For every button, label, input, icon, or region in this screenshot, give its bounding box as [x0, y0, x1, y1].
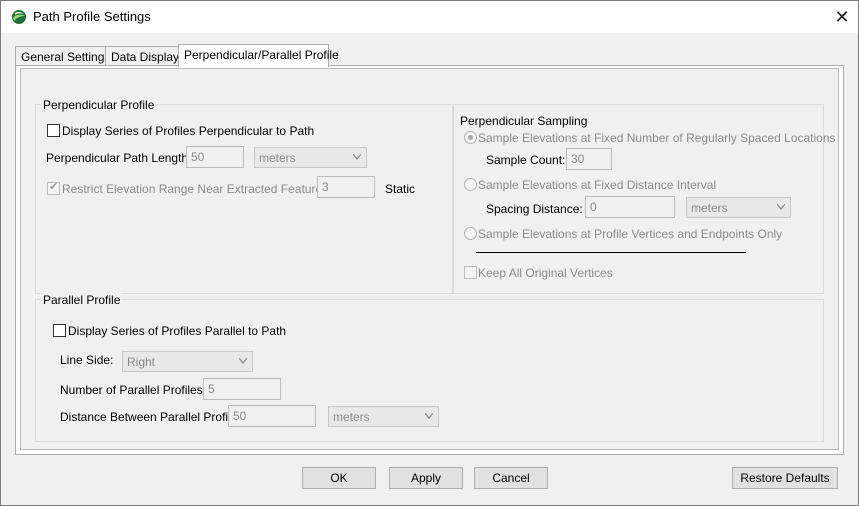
distance-units-select[interactable]: meters: [328, 406, 439, 427]
globe-app-icon: [12, 10, 26, 24]
line-side-select[interactable]: Right: [122, 351, 253, 372]
spacing-distance-input[interactable]: 0: [585, 196, 675, 218]
path-length-label: Perpendicular Path Length:: [46, 151, 192, 165]
profile-vertices-label: Sample Elevations at Profile Vertices an…: [478, 227, 783, 241]
display-parallel-checkbox[interactable]: [53, 324, 66, 337]
path-length-input[interactable]: 50: [186, 146, 244, 168]
ok-button[interactable]: OK: [302, 467, 376, 489]
radio-dot: [468, 135, 473, 140]
spacing-distance-label: Spacing Distance:: [486, 202, 583, 216]
line-side-value: Right: [127, 355, 156, 369]
apply-button[interactable]: Apply: [389, 467, 463, 489]
distance-units-value: meters: [333, 410, 370, 424]
sample-count-input[interactable]: 30: [566, 148, 612, 170]
profile-vertices-radio[interactable]: [464, 227, 477, 240]
line-side-label: Line Side:: [60, 353, 114, 367]
keep-vertices-checkbox[interactable]: [464, 266, 477, 279]
restrict-mode-label: Static: [385, 182, 416, 196]
checkmark-icon: ✔: [49, 181, 59, 193]
dialog-window: Path Profile Settings ✕ General Settings…: [0, 0, 859, 506]
spacing-units-value: meters: [691, 201, 728, 215]
perpendicular-sampling-title: Perpendicular Sampling: [459, 114, 589, 128]
settings-panel: Perpendicular Profile Display Series of …: [20, 68, 839, 450]
close-icon[interactable]: ✕: [827, 5, 857, 29]
path-length-units-value: meters: [259, 151, 296, 165]
fixed-number-label: Sample Elevations at Fixed Number of Reg…: [478, 131, 836, 145]
cancel-button[interactable]: Cancel: [474, 467, 548, 489]
restrict-elevation-input[interactable]: 3: [317, 176, 375, 198]
chevron-down-icon: [239, 358, 247, 364]
distance-between-label: Distance Between Parallel Profiles:: [60, 410, 247, 424]
fixed-distance-label: Sample Elevations at Fixed Distance Inte…: [478, 178, 717, 192]
fixed-number-radio[interactable]: [464, 131, 477, 144]
fixed-distance-radio[interactable]: [464, 178, 477, 191]
tab-perpendicular-parallel-profile[interactable]: Perpendicular/Parallel Profile: [178, 44, 339, 67]
restrict-elevation-label: Restrict Elevation Range Near Extracted …: [62, 182, 329, 196]
path-length-units-select[interactable]: meters: [254, 147, 367, 168]
window-title: Path Profile Settings: [33, 9, 151, 24]
display-perpendicular-checkbox[interactable]: [47, 124, 60, 137]
perpendicular-profile-title: Perpendicular Profile: [42, 98, 156, 112]
separator-line: [476, 252, 746, 253]
display-perpendicular-label: Display Series of Profiles Perpendicular…: [62, 124, 315, 138]
parallel-profile-title: Parallel Profile: [42, 293, 122, 307]
distance-between-input[interactable]: 50: [228, 405, 316, 427]
sample-count-label: Sample Count:: [486, 153, 566, 167]
num-profiles-label: Number of Parallel Profiles:: [60, 383, 207, 397]
spacing-units-select[interactable]: meters: [686, 197, 791, 218]
restrict-elevation-checkbox[interactable]: ✔: [47, 181, 60, 195]
chevron-down-icon: [353, 154, 361, 160]
restore-defaults-button[interactable]: Restore Defaults: [732, 467, 838, 489]
display-parallel-label: Display Series of Profiles Parallel to P…: [68, 324, 287, 338]
tab-data-display[interactable]: Data Display: [105, 46, 179, 66]
tab-general-settings[interactable]: General Settings: [15, 46, 110, 66]
chevron-down-icon: [425, 413, 433, 419]
keep-vertices-label: Keep All Original Vertices: [478, 266, 613, 280]
chevron-down-icon: [777, 204, 785, 210]
title-bar: Path Profile Settings ✕: [1, 1, 858, 33]
tab-panel: Perpendicular Profile Display Series of …: [15, 65, 844, 455]
num-profiles-input[interactable]: 5: [203, 378, 281, 400]
